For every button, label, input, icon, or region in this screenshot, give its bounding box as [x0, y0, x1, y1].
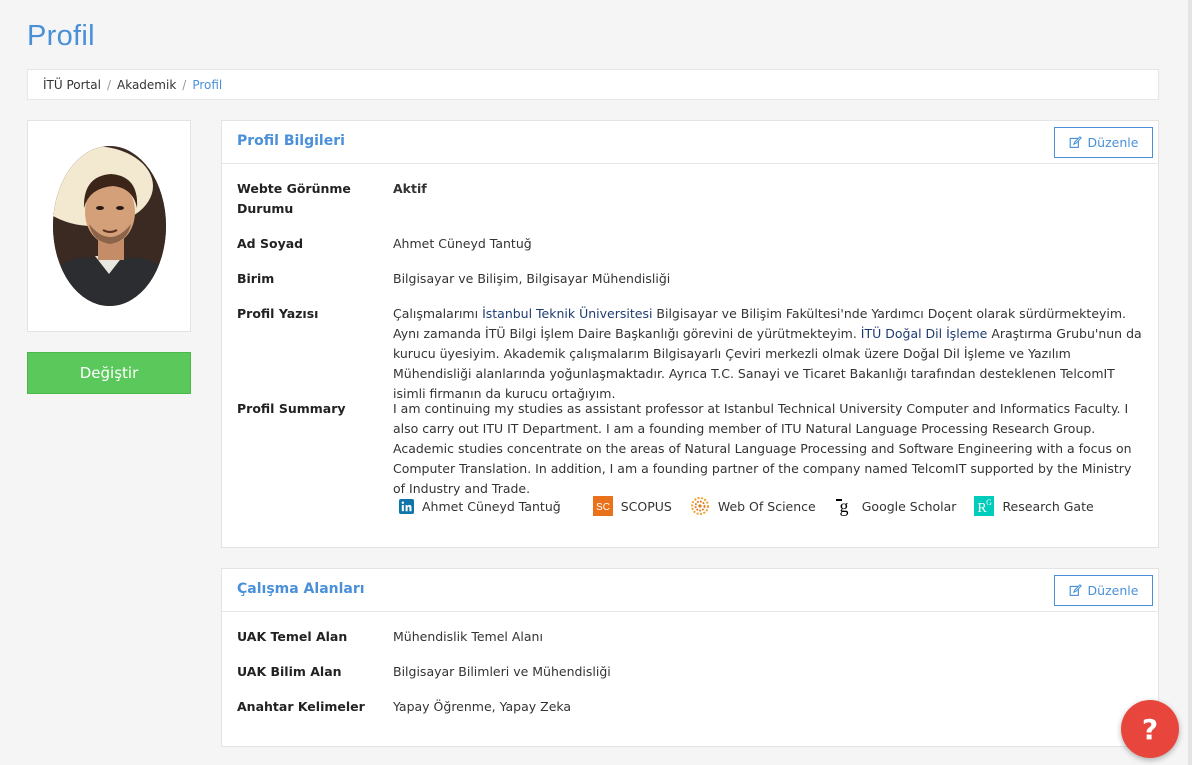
profile-photo-box [27, 120, 191, 332]
link-scopus[interactable]: SC SCOPUS [592, 496, 672, 516]
google-scholar-icon: g [834, 496, 854, 516]
field-visibility: Webte Görünme Durumu Aktif [237, 179, 1142, 219]
panel-header: Profil Bilgileri Düzenle [222, 121, 1158, 164]
bio-link-nlp[interactable]: İTÜ Doğal Dil İşleme [861, 326, 988, 341]
panel-title: Çalışma Alanları [237, 581, 365, 597]
field-label: Webte Görünme Durumu [237, 179, 367, 219]
panel-header: Çalışma Alanları Düzenle [222, 569, 1158, 612]
work-areas-panel: Çalışma Alanları Düzenle UAK Temel Alan … [221, 568, 1159, 747]
research-gate-icon: RG [974, 496, 995, 516]
profile-info-panel: Profil Bilgileri Düzenle Webte Görünme D… [221, 120, 1159, 548]
edit-label: Düzenle [1087, 135, 1139, 150]
breadcrumb: İTÜ Portal / Akademik / Profil [27, 69, 1159, 100]
page-title: Profil [27, 20, 95, 52]
field-label-line: Durumu [237, 201, 294, 216]
edit-work-areas-button[interactable]: Düzenle [1054, 575, 1153, 606]
field-label: Profil Summary [237, 401, 346, 416]
avatar-image [53, 146, 166, 306]
link-label: Google Scholar [861, 498, 957, 514]
linkedin-icon [398, 498, 414, 514]
breadcrumb-current: Profil [192, 78, 223, 92]
summary-text: I am continuing my studies as assistant … [393, 401, 1132, 496]
svg-text:G: G [987, 498, 993, 507]
breadcrumb-separator: / [106, 78, 111, 92]
bio-text: Çalışmalarımı İstanbul Teknik Üniversite… [393, 304, 1143, 404]
field-label: Birim [237, 271, 275, 286]
link-research-gate[interactable]: RG Research Gate [974, 496, 1094, 516]
edit-profile-button[interactable]: Düzenle [1054, 127, 1153, 158]
status-value: Aktif [393, 181, 427, 196]
avatar [53, 146, 166, 306]
field-label-line: Webte Görünme [237, 181, 351, 196]
field-label: UAK Temel Alan [237, 629, 348, 644]
edit-label: Düzenle [1087, 583, 1139, 598]
help-button[interactable]: ? [1121, 700, 1179, 758]
link-label: Research Gate [1002, 498, 1094, 514]
edit-icon [1069, 136, 1082, 148]
change-photo-button[interactable]: Değiştir [27, 352, 191, 394]
bio-text-part: Çalışmalarımı [393, 306, 483, 321]
field-value: Mühendislik Temel Alanı [393, 629, 543, 644]
field-label: UAK Bilim Alan [237, 664, 342, 679]
edit-icon [1069, 584, 1082, 596]
bio-link-itu[interactable]: İstanbul Teknik Üniversitesi [482, 306, 652, 321]
web-of-science-icon [690, 496, 710, 516]
link-google-scholar[interactable]: g Google Scholar [834, 496, 957, 516]
field-value: Bilgisayar Bilimleri ve Mühendisliği [393, 664, 611, 679]
link-linkedin[interactable]: Ahmet Cüneyd Tantuğ [398, 498, 561, 514]
help-icon: ? [1141, 712, 1159, 746]
field-label: Anahtar Kelimeler [237, 699, 365, 714]
breadcrumb-separator: / [182, 78, 187, 92]
field-label: Ad Soyad [237, 236, 304, 251]
profile-links: Ahmet Cüneyd Tantuğ SC SCOPUS Web Of Sci… [398, 495, 1094, 517]
svg-text:SC: SC [596, 502, 610, 513]
field-value: Yapay Öğrenme, Yapay Zeka [393, 699, 572, 714]
scrollbar[interactable] [1188, 0, 1192, 765]
field-label: Profil Yazısı [237, 306, 319, 321]
scopus-icon: SC [592, 496, 613, 516]
link-web-of-science[interactable]: Web Of Science [690, 496, 816, 516]
field-value: Ahmet Cüneyd Tantuğ [393, 236, 532, 251]
breadcrumb-item-portal[interactable]: İTÜ Portal [43, 78, 101, 92]
link-label: SCOPUS [620, 498, 672, 514]
link-label: Web Of Science [717, 498, 816, 514]
panel-title: Profil Bilgileri [237, 133, 345, 149]
link-label: Ahmet Cüneyd Tantuğ [422, 498, 561, 514]
field-value: Bilgisayar ve Bilişim, Bilgisayar Mühend… [393, 271, 671, 286]
breadcrumb-item-akademik[interactable]: Akademik [117, 78, 176, 92]
